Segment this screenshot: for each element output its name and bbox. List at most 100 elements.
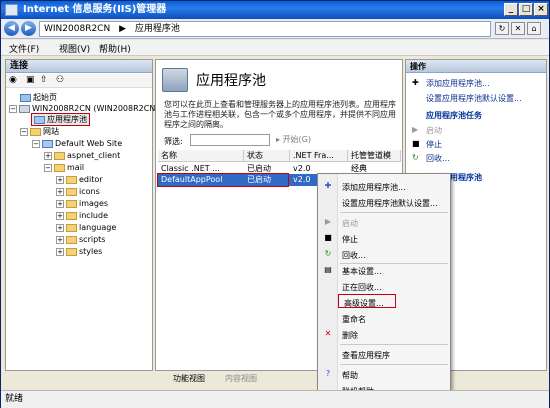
ctx-add-pool[interactable]: 添加应用程序池... (342, 182, 406, 193)
ctx-view-apps[interactable]: 查看应用程序 (342, 350, 390, 361)
server-icon (19, 104, 30, 113)
col-name[interactable]: 名称 (158, 150, 244, 162)
start-page-icon (20, 93, 31, 102)
tree-editor[interactable]: + editor (56, 174, 103, 185)
close-button[interactable]: × (534, 3, 548, 16)
tree-editor-label: editor (79, 175, 103, 184)
tree-app-pools[interactable]: 应用程序池 (31, 113, 90, 126)
sites-folder-icon (30, 127, 41, 136)
collapse-icon[interactable]: − (32, 139, 40, 148)
expand-icon[interactable]: + (44, 151, 52, 160)
tree-sites-label: 网站 (43, 127, 59, 136)
action-add-pool[interactable]: 添加应用程序池... (426, 78, 490, 89)
menu-help[interactable]: 帮助(H) (99, 42, 131, 55)
go-button-label: 开始(G) (282, 135, 312, 144)
action-set-defaults[interactable]: 设置应用程序池默认设置... (426, 93, 522, 104)
back-icon[interactable]: ◀ (4, 21, 19, 36)
filter-input[interactable] (190, 134, 270, 146)
tree-aspnet-client[interactable]: + aspnet_client (44, 150, 120, 161)
col-pipeline[interactable]: 托管管道模 (348, 150, 401, 162)
folder-icon (66, 247, 77, 256)
tree-images[interactable]: + images (56, 198, 108, 209)
ctx-help[interactable]: 帮助 (342, 370, 358, 381)
home-icon[interactable]: ⌂ (527, 22, 541, 35)
status-bar: 就绪 (1, 390, 549, 408)
iis-app-icon (5, 4, 18, 16)
tree-start-page-label: 起始页 (33, 93, 57, 102)
tree-images-label: images (79, 199, 109, 208)
maximize-button[interactable]: □ (519, 3, 533, 16)
tree-language-label: language (79, 223, 117, 232)
tree-sites[interactable]: − 网站 (20, 126, 59, 137)
stop-nav-icon[interactable]: ✕ (511, 22, 525, 35)
tree-icons[interactable]: + icons (56, 186, 100, 197)
expand-icon[interactable]: + (56, 211, 64, 220)
address-bar: ◀ ▶ WIN2008R2CN ▶ 应用程序池 ↻ ✕ ⌂ (1, 19, 549, 39)
globe-icon[interactable]: ◉ (9, 75, 17, 85)
menu-view[interactable]: 视图(V) (59, 42, 90, 55)
expand-icon[interactable]: + (56, 235, 64, 244)
breadcrumb-sep: ▶ (119, 24, 126, 34)
context-menu: ✚ 添加应用程序池... 设置应用程序池默认设置... ▶ 启动 ■ 停止 ↻ … (317, 173, 451, 399)
tree-mail[interactable]: − mail (44, 162, 84, 173)
breadcrumb[interactable]: WIN2008R2CN ▶ 应用程序池 (39, 21, 491, 37)
breadcrumb-app-pools[interactable]: 应用程序池 (135, 24, 180, 34)
tree-scripts[interactable]: + scripts (56, 234, 105, 245)
tree-include[interactable]: + include (56, 210, 108, 221)
connect-icon[interactable]: ⚇ (56, 75, 64, 85)
col-net[interactable]: .NET Fra... (290, 150, 348, 162)
menu-file[interactable]: 文件(F) (9, 42, 39, 55)
col-status[interactable]: 状态 (244, 150, 290, 162)
highlight-box (338, 294, 396, 308)
action-stop[interactable]: 停止 (426, 139, 442, 150)
expand-icon[interactable]: + (56, 187, 64, 196)
folder-icon (66, 199, 77, 208)
ctx-stop[interactable]: 停止 (342, 234, 358, 245)
ctx-basic-settings[interactable]: 基本设置... (342, 266, 382, 277)
app-pool-icon (34, 115, 45, 124)
start-icon: ▶ (412, 125, 419, 134)
tree-mail-label: mail (67, 163, 85, 172)
expand-icon[interactable]: + (56, 223, 64, 232)
ctx-delete[interactable]: 删除 (342, 330, 358, 341)
page-description: 您可以在此页上查看和管理服务器上的应用程序池列表。应用程序池与工作进程相关联，包… (164, 100, 396, 129)
recycle-icon: ↻ (412, 153, 419, 162)
go-button[interactable]: ▸ 开始(G) (276, 134, 311, 145)
folder-icon (66, 211, 77, 220)
tree-styles[interactable]: + styles (56, 246, 102, 257)
expand-icon[interactable]: + (56, 247, 64, 256)
add-pool-icon: ✚ (324, 181, 332, 190)
globe-site-icon (42, 139, 53, 148)
collapse-icon[interactable]: − (44, 163, 52, 172)
ctx-rename[interactable]: 重命名 (342, 314, 366, 325)
save-icon[interactable]: ▣ (26, 75, 35, 85)
expand-icon[interactable]: + (56, 175, 64, 184)
expand-icon[interactable]: + (56, 199, 64, 208)
features-view-label: 功能视图 (173, 374, 205, 383)
status-text: 就绪 (5, 394, 24, 404)
collapse-icon[interactable]: − (20, 127, 28, 136)
title-bar[interactable]: Internet 信息服务(IIS)管理器 _ □ × (1, 1, 549, 19)
action-recycle[interactable]: 回收... (426, 153, 450, 164)
tree-language[interactable]: + language (56, 222, 116, 233)
up-icon[interactable]: ⇧ (40, 75, 48, 85)
separator (340, 212, 448, 213)
tree-start-page[interactable]: 起始页 (20, 92, 57, 103)
tree-default-site[interactable]: − Default Web Site (32, 138, 122, 149)
help-icon: ? (325, 369, 331, 378)
minimize-button[interactable]: _ (504, 3, 518, 16)
content-view-tab[interactable]: 内容视图 (211, 373, 257, 385)
refresh-icon[interactable]: ↻ (495, 22, 509, 35)
tree-styles-label: styles (79, 247, 103, 256)
start-icon: ▶ (324, 217, 332, 226)
collapse-icon[interactable]: − (9, 104, 17, 113)
forward-icon[interactable]: ▶ (21, 21, 36, 36)
action-start: 启动 (426, 126, 442, 135)
ctx-recycle[interactable]: 回收... (342, 250, 366, 261)
ctx-set-defaults[interactable]: 设置应用程序池默认设置... (342, 198, 438, 209)
features-view-tab[interactable]: 功能视图 (159, 373, 205, 385)
tree-server[interactable]: − WIN2008R2CN (WIN2008R2CN\A (9, 103, 164, 114)
breadcrumb-server[interactable]: WIN2008R2CN (44, 24, 110, 34)
tree-icons-label: icons (79, 187, 100, 196)
ctx-recycling[interactable]: 正在回收... (342, 282, 382, 293)
